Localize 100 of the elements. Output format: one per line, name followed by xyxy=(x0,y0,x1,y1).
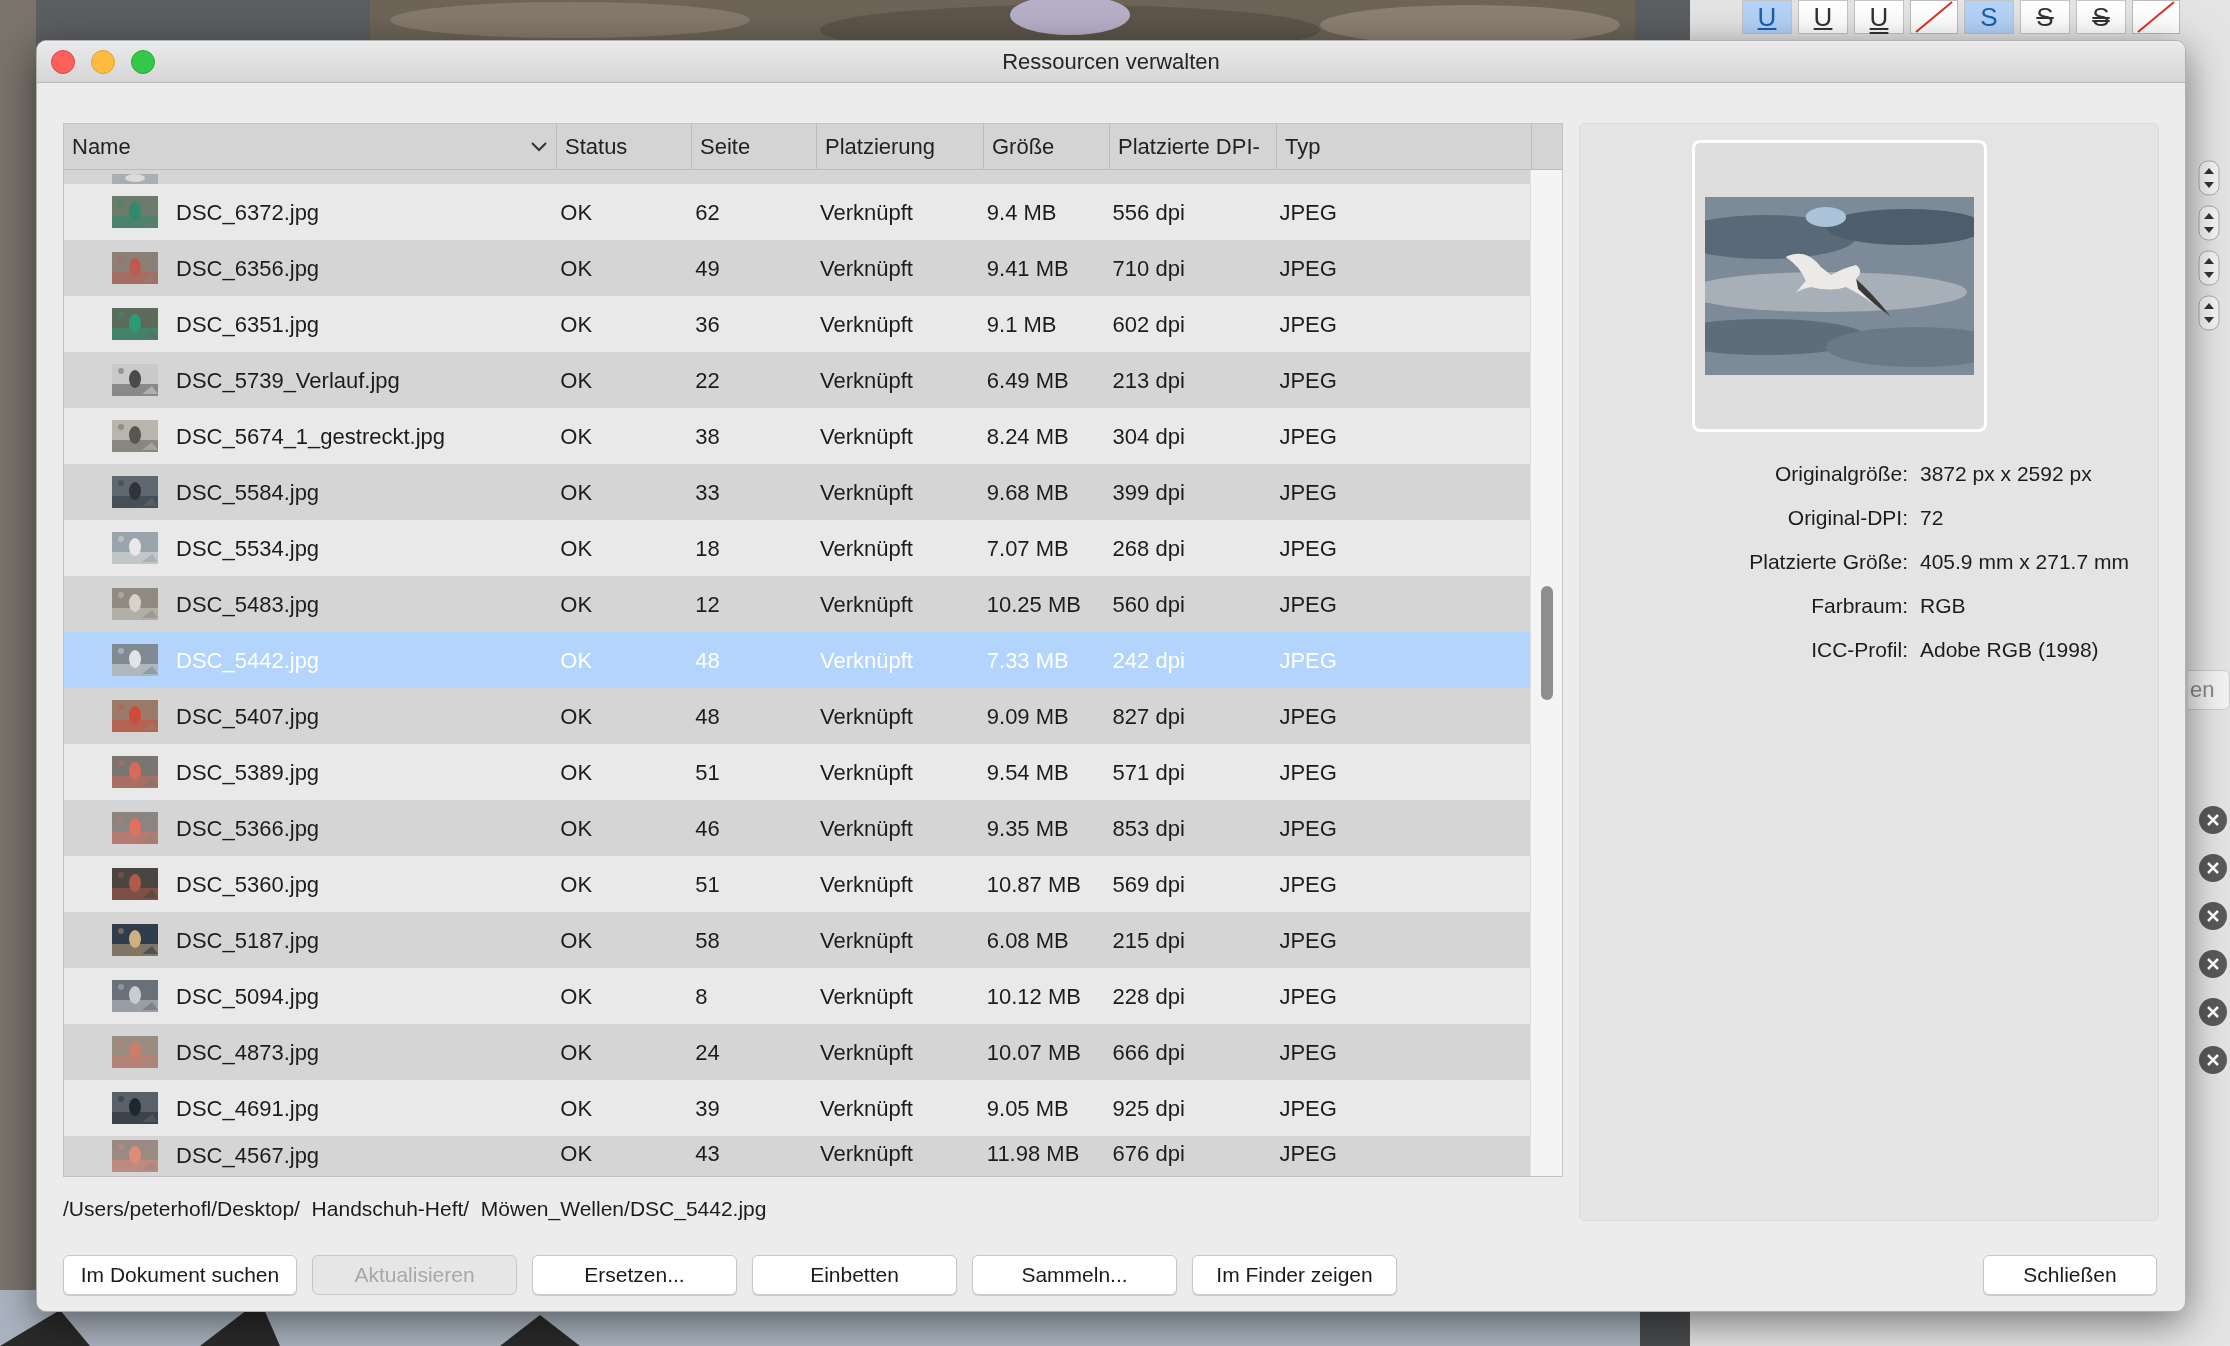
table-cell: Verknüpft xyxy=(820,983,913,1009)
table-cell: Verknüpft xyxy=(820,479,913,505)
table-cell: 18 xyxy=(695,535,720,561)
table-cell: Verknüpft xyxy=(820,703,913,729)
table-cell: JPEG xyxy=(1279,311,1337,337)
format-button[interactable]: S xyxy=(2020,0,2070,34)
table-cell: Verknüpft xyxy=(820,535,913,561)
table-cell: 569 dpi xyxy=(1112,871,1185,897)
table-cell: Verknüpft xyxy=(820,871,913,897)
dialog-button[interactable]: Sammeln... xyxy=(972,1254,1177,1295)
table-cell: Verknüpft xyxy=(820,927,913,953)
table-cell: 571 dpi xyxy=(1112,759,1185,785)
close-button[interactable]: Schließen xyxy=(1983,1254,2157,1295)
table-cell-text: DSC_5094.jpg xyxy=(176,982,320,1011)
table-cell-text: DSC_6372.jpg xyxy=(176,198,320,227)
table-row[interactable]: DSC_4873.jpg OK 24 Verknüpft 10.07 MB 666 dpi JPEG xyxy=(64,1024,1531,1080)
stepper-icon[interactable] xyxy=(2198,205,2220,241)
stepper-icon[interactable] xyxy=(2198,160,2220,196)
table-cell: 9.35 MB xyxy=(986,815,1069,841)
table-cell: 6.49 MB xyxy=(986,367,1069,393)
table-cell: 9.68 MB xyxy=(986,479,1069,505)
dialog-button[interactable]: Im Finder zeigen xyxy=(1192,1254,1397,1295)
close-icon[interactable] xyxy=(2198,1045,2228,1075)
no-color-icon[interactable] xyxy=(1910,0,1958,34)
table-row[interactable]: DSC_5187.jpg OK 58 Verknüpft 6.08 MB 215 dpi JPEG xyxy=(64,912,1531,968)
close-icon[interactable] xyxy=(51,50,75,74)
column-header[interactable]: Status xyxy=(557,124,692,169)
table-cell: 10.07 MB xyxy=(986,1039,1081,1065)
table-cell: 228 dpi xyxy=(1112,983,1185,1009)
table-cell: 676 dpi xyxy=(1112,1141,1185,1166)
table-cell: 10.87 MB xyxy=(986,871,1081,897)
table-row[interactable]: DSC_5739_Verlauf.jpg OK 22 Verknüpft 6.49 MB 213 dpi JPEG xyxy=(64,352,1531,408)
format-button[interactable]: S xyxy=(1964,0,2014,34)
table-cell: Verknüpft xyxy=(820,1039,913,1065)
close-icon[interactable] xyxy=(2198,997,2228,1027)
table-cell: 58 xyxy=(695,927,720,953)
table-cell: OK xyxy=(560,199,593,225)
column-header[interactable]: Typ xyxy=(1277,124,1532,169)
column-header[interactable]: Platzierte DPI- xyxy=(1110,124,1277,169)
format-button[interactable]: U xyxy=(1798,0,1848,34)
table-cell: 46 xyxy=(695,815,720,841)
close-icon[interactable] xyxy=(2198,853,2228,883)
column-header[interactable]: Größe xyxy=(984,124,1110,169)
column-header[interactable]: Platzierung xyxy=(817,124,984,169)
table-cell: 213 dpi xyxy=(1112,367,1185,393)
format-button[interactable]: S xyxy=(2076,0,2126,34)
table-cell-text: DSC_4873.jpg xyxy=(176,1038,320,1067)
table-row[interactable]: DSC_6356.jpg OK 49 Verknüpft 9.41 MB 710 dpi JPEG xyxy=(64,240,1531,296)
stepper-icon[interactable] xyxy=(2198,250,2220,286)
table-cell: Verknüpft xyxy=(820,255,913,281)
table-cell: 602 dpi xyxy=(1112,311,1185,337)
table-cell: Verknüpft xyxy=(820,423,913,449)
stepper-icon[interactable] xyxy=(2198,295,2220,331)
table-cell: Verknüpft xyxy=(820,647,913,673)
table-row[interactable]: DSC_4567.jpg OK 43 Verknüpft 11.98 MB 676 dpi JPEG xyxy=(64,1136,1531,1176)
chevron-down-icon[interactable] xyxy=(530,140,548,153)
table-row[interactable]: DSC_5407.jpg OK 48 Verknüpft 9.09 MB 827 dpi JPEG xyxy=(64,688,1531,744)
dialog-button[interactable]: Einbetten xyxy=(752,1254,957,1295)
no-color-icon[interactable] xyxy=(2132,0,2180,34)
table-cell: 9.54 MB xyxy=(986,759,1069,785)
table-row[interactable]: DSC_5366.jpg OK 46 Verknüpft 9.35 MB 853 dpi JPEG xyxy=(64,800,1531,856)
table-cell: 7.33 MB xyxy=(986,647,1069,673)
dialog-button[interactable]: Ersetzen... xyxy=(532,1254,737,1295)
column-header[interactable]: Seite xyxy=(692,124,817,169)
table-cell: Verknüpft xyxy=(820,1141,913,1166)
scrollbar[interactable] xyxy=(1530,170,1562,1176)
table-cell: JPEG xyxy=(1279,367,1337,393)
column-header[interactable]: Name xyxy=(64,124,557,169)
table-cell-text: DSC_5534.jpg xyxy=(176,534,320,563)
table-cell: 9.09 MB xyxy=(986,703,1069,729)
table-cell: Verknüpft xyxy=(820,367,913,393)
table-cell: 33 xyxy=(695,479,720,505)
table-cell: JPEG xyxy=(1279,535,1337,561)
table-cell: 11.98 MB xyxy=(986,1141,1080,1166)
table-cell: JPEG xyxy=(1279,927,1337,953)
table-cell: 39 xyxy=(695,1095,720,1121)
table-cell: Verknüpft xyxy=(820,311,913,337)
close-icon[interactable] xyxy=(2198,805,2228,835)
table-cell: 51 xyxy=(695,871,720,897)
dialog-button[interactable]: Im Dokument suchen xyxy=(63,1254,297,1295)
table-cell-text: DSC_5442.jpg xyxy=(176,646,320,675)
table-cell-text: DSC_5187.jpg xyxy=(176,926,320,955)
table-cell: OK xyxy=(560,479,593,505)
table-row[interactable]: DSC_5584.jpg OK 33 Verknüpft 9.68 MB 399 dpi JPEG xyxy=(64,464,1531,520)
close-icon[interactable] xyxy=(2198,949,2228,979)
table-cell: JPEG xyxy=(1279,983,1337,1009)
format-button[interactable]: U xyxy=(1742,0,1792,34)
detail-value: 72 xyxy=(1920,505,1944,532)
format-button[interactable]: U xyxy=(1854,0,1904,34)
detail-label: ICC-Profil: xyxy=(1810,637,1908,664)
table-cell: OK xyxy=(560,255,593,281)
table-row[interactable]: DSC_5483.jpg OK 12 Verknüpft 10.25 MB 560 dpi JPEG xyxy=(64,576,1531,632)
table-cell: 7.07 MB xyxy=(986,535,1069,561)
table-cell-text: DSC_5366.jpg xyxy=(176,814,320,843)
table-cell: 22 xyxy=(695,367,720,393)
table-cell-text: DSC_5739_Verlauf.jpg xyxy=(176,366,400,395)
table-cell: 853 dpi xyxy=(1112,815,1185,841)
close-icon[interactable] xyxy=(2198,901,2228,931)
table-cell: Verknüpft xyxy=(820,199,913,225)
table-cell: JPEG xyxy=(1279,815,1337,841)
